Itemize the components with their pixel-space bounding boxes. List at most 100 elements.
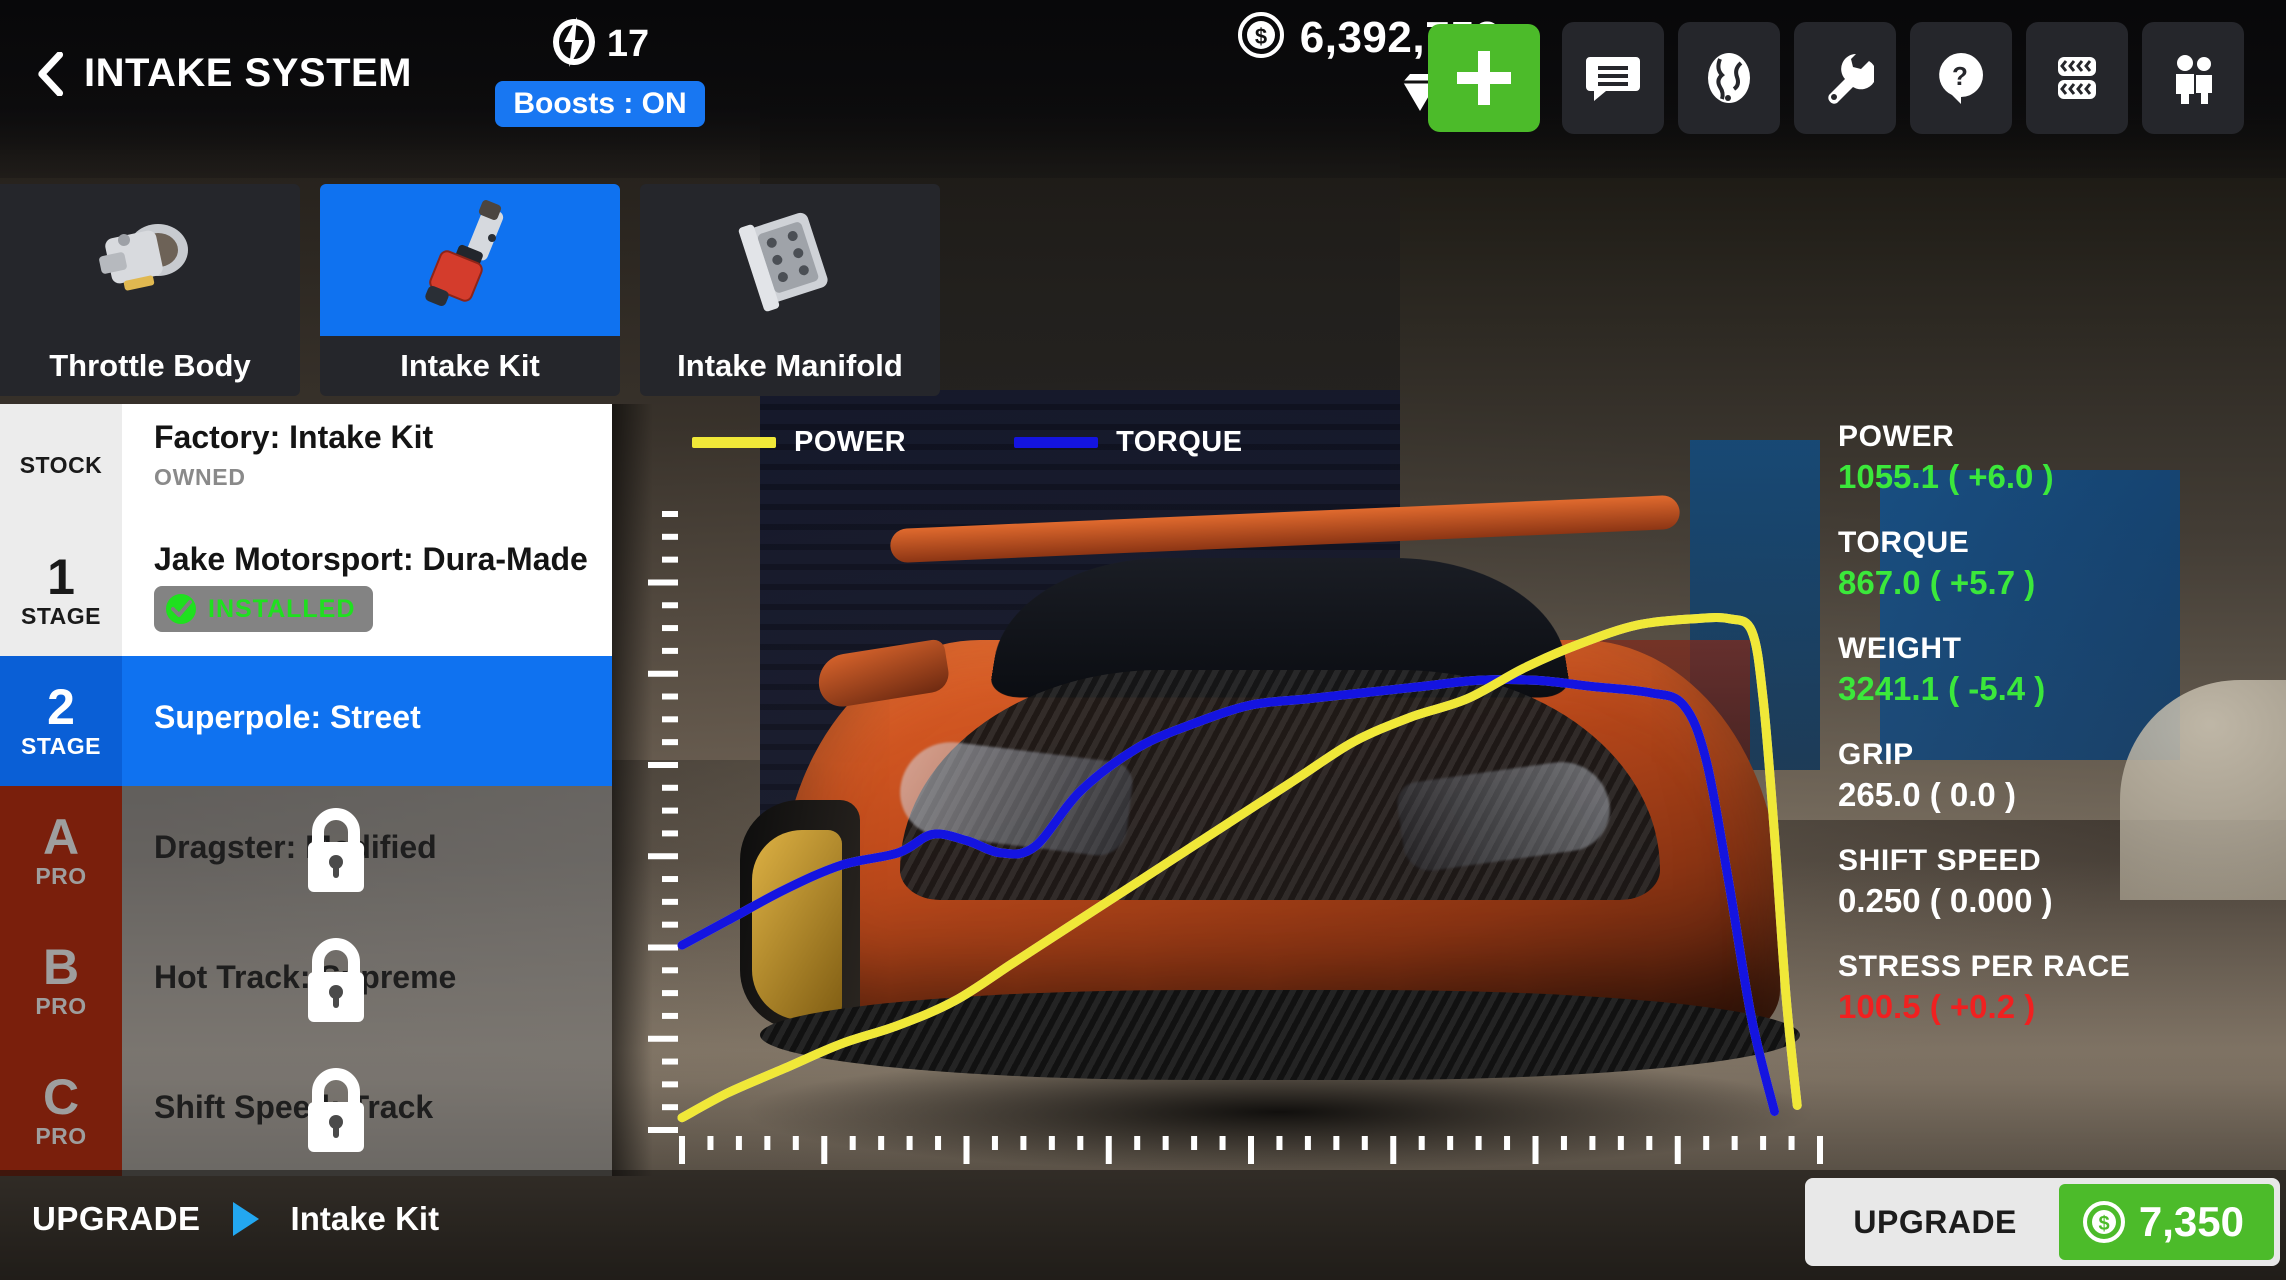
chat-button[interactable]	[1562, 22, 1664, 134]
upgrade-buy-button[interactable]: UPGRADE $ 7,350	[1805, 1178, 2280, 1266]
chevron-left-icon	[38, 52, 64, 96]
installed-badge: INSTALLED	[154, 586, 374, 632]
part-status: OWNED	[154, 464, 246, 490]
stat-value: 0.250 ( 0.000 )	[1838, 882, 2053, 919]
help-icon: ?	[1939, 53, 1983, 104]
part-badge-label: STAGE	[20, 732, 102, 759]
stat-label: SHIFT SPEED	[1838, 844, 2042, 877]
part-row-pro-a[interactable]: A PRO Dragster: Modified	[0, 786, 612, 916]
stat-value: 3241.1 ( -5.4 )	[1838, 670, 2046, 707]
part-title: Shift Speed: Track	[154, 1089, 434, 1125]
page-title: INTAKE SYSTEM	[84, 51, 413, 95]
intake-kit-icon	[425, 200, 504, 307]
breadcrumb-upgrade: UPGRADE	[32, 1200, 201, 1237]
tab-label-throttle-body: Throttle Body	[49, 348, 251, 383]
intake-manifold-icon	[738, 212, 828, 312]
tires-icon	[2058, 57, 2096, 99]
part-badge-label: STAGE	[20, 602, 102, 629]
check-circle-icon	[166, 594, 196, 624]
legend-label-power: POWER	[794, 426, 907, 458]
boost-count: 17	[606, 23, 650, 65]
part-row-pro-b[interactable]: B PRO Hot Track: Supreme	[0, 916, 612, 1046]
lock-icon	[298, 934, 374, 1026]
tires-button[interactable]	[2026, 22, 2128, 134]
boosts-toggle[interactable]: Boosts : ON	[495, 81, 705, 127]
lock-icon	[298, 1064, 374, 1156]
part-title: Superpole: Street	[154, 699, 421, 735]
part-info-pro-c: Shift Speed: Track	[122, 1046, 612, 1176]
tab-label-intake-kit: Intake Kit	[400, 348, 540, 383]
chart-legend: POWER TORQUE	[692, 426, 1243, 459]
part-badge-number: C	[42, 1068, 80, 1125]
dyno-chart: POWER TORQUE	[612, 404, 1830, 1176]
part-row-stage-2[interactable]: 2 STAGE Superpole: Street	[0, 656, 612, 786]
part-title: Jake Motorsport: Dura-Made	[154, 541, 588, 577]
crew-button[interactable]	[2142, 22, 2244, 134]
stat-value: 1055.1 ( +6.0 )	[1838, 458, 2054, 495]
upgrade-buy-label: UPGRADE	[1853, 1203, 2017, 1240]
part-badge-number: 2	[47, 678, 75, 735]
stat-torque: TORQUE 867.0 ( +5.7 )	[1838, 526, 2286, 602]
stat-shift-speed: SHIFT SPEED 0.250 ( 0.000 )	[1838, 844, 2286, 920]
upgrade-breadcrumb: UPGRADE Intake Kit	[32, 1200, 439, 1238]
stat-label: WEIGHT	[1838, 632, 1962, 665]
stat-label: TORQUE	[1838, 526, 1970, 559]
world-button[interactable]	[1678, 22, 1780, 134]
upgrade-price-chip: $ 7,350	[2058, 1184, 2274, 1260]
play-triangle-icon	[229, 1200, 263, 1238]
part-row-pro-c[interactable]: C PRO Shift Speed: Track	[0, 1046, 612, 1176]
tab-throttle-body[interactable]: Throttle Body	[0, 184, 300, 396]
part-badge-pro-a: A PRO	[0, 786, 122, 916]
tab-thumb-intake-manifold	[640, 184, 940, 336]
installed-label: INSTALLED	[208, 594, 356, 623]
svg-text:$: $	[2098, 1213, 2109, 1235]
stat-label: GRIP	[1838, 738, 1914, 771]
stat-value: 867.0 ( +5.7 )	[1838, 564, 2036, 601]
stat-weight: WEIGHT 3241.1 ( -5.4 )	[1838, 632, 2286, 708]
svg-text:?: ?	[1952, 61, 1968, 91]
part-badge-stock: STOCK	[0, 404, 122, 526]
part-badge-pro-c: C PRO	[0, 1046, 122, 1176]
stat-value: 265.0 ( 0.0 )	[1838, 776, 2016, 813]
upgrade-price: 7,350	[2138, 1198, 2244, 1245]
legend-item-torque: TORQUE	[1014, 426, 1243, 459]
tab-thumb-throttle-body	[0, 184, 300, 336]
part-info-pro-b: Hot Track: Supreme	[122, 916, 612, 1046]
category-tabs: Throttle Body Intake Kit Intake Manifold	[0, 184, 940, 396]
part-badge-label: PRO	[35, 1122, 87, 1149]
part-badge-label: PRO	[35, 992, 87, 1019]
part-badge-stage-1: 1 STAGE	[0, 526, 122, 656]
part-info-stage-2: Superpole: Street	[122, 656, 612, 786]
crew-icon	[2176, 55, 2212, 104]
coin-icon: $	[1236, 10, 1286, 65]
part-row-stage-1[interactable]: 1 STAGE Jake Motorsport: Dura-Made INSTA…	[0, 526, 612, 656]
tab-thumb-intake-kit	[320, 184, 620, 336]
legend-label-torque: TORQUE	[1116, 426, 1243, 458]
help-button[interactable]: ?	[1910, 22, 2012, 134]
tab-label-intake-manifold: Intake Manifold	[677, 348, 903, 383]
chat-icon	[1586, 57, 1640, 101]
part-info-pro-a: Dragster: Modified	[122, 786, 612, 916]
stat-label: POWER	[1838, 420, 1955, 453]
boost-group: 17 Boosts : ON	[480, 16, 720, 127]
part-row-stock[interactable]: STOCK Factory: Intake Kit OWNED	[0, 404, 612, 526]
coin-icon: $	[2082, 1201, 2125, 1243]
plus-icon	[1457, 51, 1511, 105]
game-screen: POWER TORQUE INTAKE SYSTEM 17 Boosts: O…	[0, 0, 2286, 1280]
parts-list: STOCK Factory: Intake Kit OWNED 1 STAGE …	[0, 404, 612, 1176]
part-title: Dragster: Modified	[154, 829, 437, 865]
dyno-chart-svg	[648, 511, 1823, 1164]
stat-stress-per-race: STRESS PER RACE 100.5 ( +0.2 )	[1838, 950, 2286, 1026]
part-title: Factory: Intake Kit	[154, 419, 434, 455]
back-button[interactable]	[24, 46, 76, 102]
top-hud-bar: INTAKE SYSTEM 17 Boosts : ON $ 6,392,753…	[0, 0, 2286, 178]
stat-power: POWER 1055.1 ( +6.0 )	[1838, 420, 2286, 496]
garage-button[interactable]	[1794, 22, 1896, 134]
part-badge-number: A	[42, 808, 80, 865]
part-badge-number: 1	[47, 548, 75, 605]
tab-intake-kit[interactable]: Intake Kit	[320, 184, 620, 396]
tab-intake-manifold[interactable]: Intake Manifold	[640, 184, 940, 396]
globe-icon	[1708, 53, 1750, 103]
stat-label: STRESS PER RACE	[1838, 950, 2131, 983]
add-currency-button[interactable]	[1428, 24, 1540, 132]
